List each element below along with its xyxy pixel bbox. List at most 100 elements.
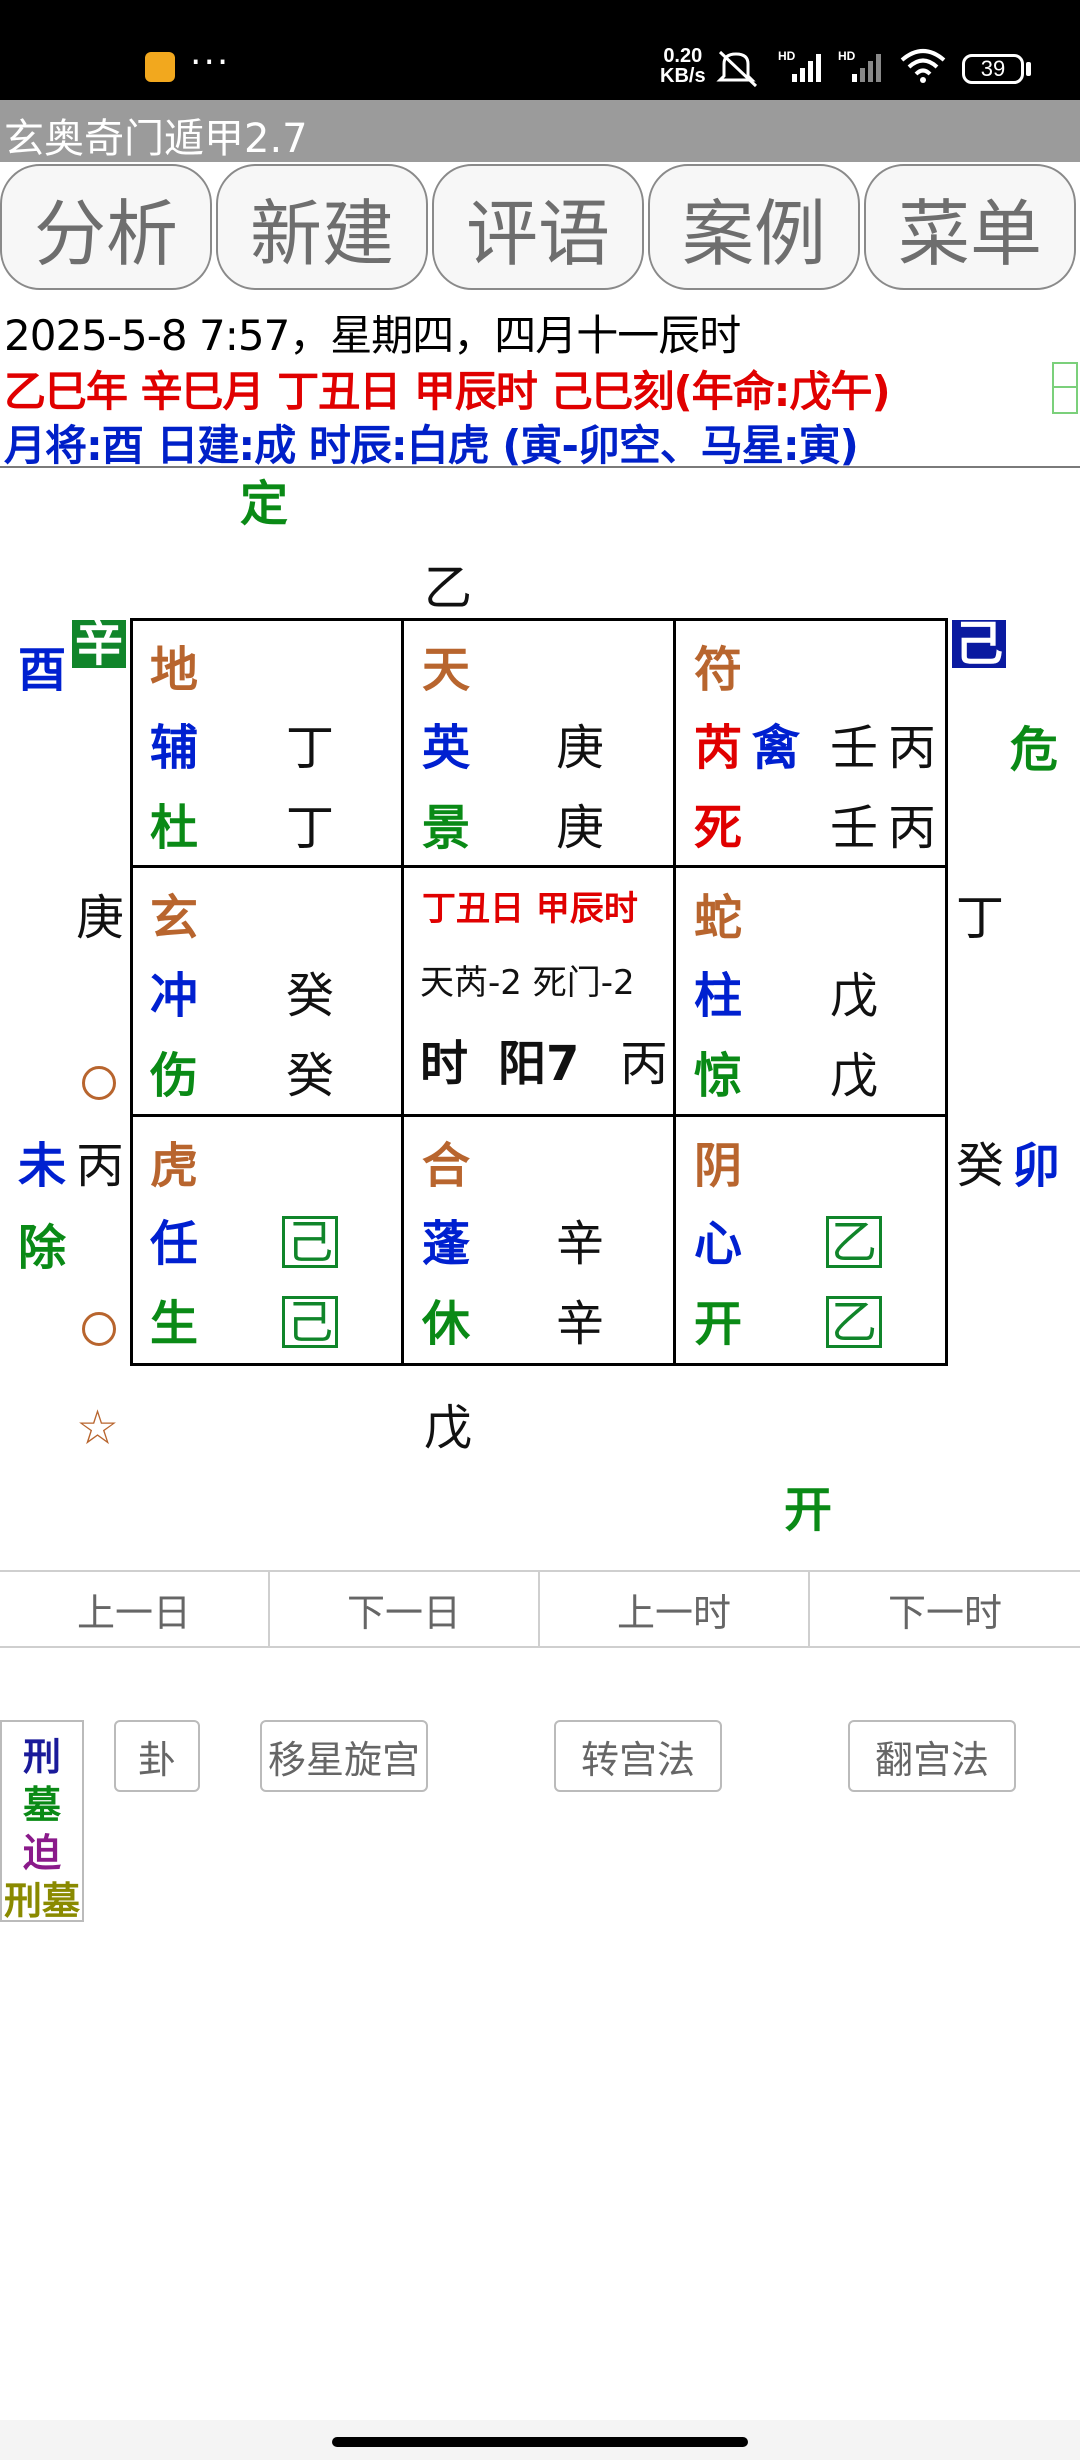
palace-star: 柱 [694, 968, 743, 1024]
center-star-door: 天芮-2 死门-2 [420, 963, 635, 1003]
analyze-button[interactable]: 分析 [0, 164, 212, 290]
palace-star-stem: 丁 [286, 720, 335, 776]
label-bing-left: 丙 [76, 1138, 125, 1194]
bottom-stem: 戊 [424, 1400, 473, 1456]
palace-star: 蓬 [422, 1216, 471, 1272]
palace-star-stem-1: 壬 [830, 720, 879, 776]
legend-xingmu: 刑墓 [3, 1879, 80, 1923]
next-hour-button[interactable]: 下一时 [810, 1572, 1080, 1646]
label-ding-right: 丁 [956, 890, 1005, 946]
palace-star-stem-highlight: 己 [282, 1216, 338, 1268]
palace-star: 英 [422, 720, 471, 776]
palace-door: 开 [694, 1296, 743, 1352]
flip-palace-method-button[interactable]: 翻宫法 [848, 1720, 1016, 1792]
label-chu: 除 [18, 1220, 67, 1276]
label-ding: 定 [240, 476, 289, 532]
palace-god: 地 [150, 642, 199, 698]
palace-door-stem-2: 丙 [888, 800, 937, 856]
wifi-icon [900, 49, 946, 83]
palace-star-stem: 庚 [556, 720, 605, 776]
palace-door: 死 [694, 800, 743, 856]
top-stem: 乙 [424, 560, 473, 616]
empty-circle-icon [82, 1066, 116, 1100]
palace-door-stem: 癸 [286, 1048, 335, 1104]
network-speed-value: 0.20 [663, 45, 703, 67]
palace-star-stem: 癸 [286, 968, 335, 1024]
signal-hd-label: HD [778, 49, 796, 63]
grid-line [401, 618, 404, 1366]
signal-icon: HD [778, 49, 821, 82]
palace-star-1: 芮 [694, 720, 743, 776]
palace-god: 蛇 [694, 890, 743, 946]
rotate-palace-method-button[interactable]: 转宫法 [554, 1720, 722, 1792]
palace-star: 冲 [150, 968, 199, 1024]
palace-door: 伤 [150, 1048, 199, 1104]
label-xin-box: 辛 [72, 620, 127, 668]
center-shi: 时 [420, 1036, 469, 1092]
palace-door-stem: 辛 [556, 1296, 605, 1352]
label-geng-left: 庚 [76, 890, 125, 946]
label-gui-right: 癸 [956, 1138, 1005, 1194]
palace-star-stem: 辛 [556, 1216, 605, 1272]
center-stem: 丙 [620, 1036, 669, 1092]
network-speed-unit: KB/s [660, 65, 706, 87]
app-title: 玄奥奇门遁甲2.7 [4, 116, 308, 162]
palace-star: 任 [150, 1216, 199, 1272]
palace-star: 心 [694, 1216, 743, 1272]
comment-button[interactable]: 评语 [432, 164, 644, 290]
more-notifications-icon: ··· [190, 42, 231, 83]
mute-icon [716, 50, 758, 88]
label-mao: 卯 [1012, 1138, 1061, 1194]
month-general-info: 月将:酉 日建:成 时辰:白虎 (寅-卯空、马星:寅) [4, 421, 859, 470]
side-panel-toggle-icon[interactable] [1052, 362, 1078, 414]
legend-po: 迫 [22, 1831, 61, 1875]
palace-door: 杜 [150, 800, 199, 856]
palace-god: 符 [694, 642, 743, 698]
palace-star-stem: 戊 [830, 968, 879, 1024]
move-star-rotate-palace-button[interactable]: 移星旋宫 [260, 1720, 428, 1792]
menu-button[interactable]: 菜单 [864, 164, 1076, 290]
label-you: 酉 [18, 642, 67, 698]
network-speed: 0.20 KB/s [660, 46, 706, 86]
grid-line [130, 1114, 948, 1117]
signal-hd-label-2: HD [838, 49, 856, 63]
label-wei: 未 [18, 1138, 67, 1194]
signal-icon-2: HD [838, 49, 881, 82]
status-time: 7:57 [50, 40, 128, 84]
palace-star: 辅 [150, 720, 199, 776]
palace-door-stem: 戊 [830, 1048, 879, 1104]
palace-door: 惊 [694, 1048, 743, 1104]
new-button[interactable]: 新建 [216, 164, 428, 290]
palace-door-stem-highlight: 乙 [826, 1296, 882, 1348]
gua-button[interactable]: 卦 [114, 1720, 200, 1792]
next-day-button[interactable]: 下一日 [270, 1572, 540, 1646]
previous-day-button[interactable]: 上一日 [0, 1572, 270, 1646]
palace-star-stem-2: 丙 [888, 720, 937, 776]
palace-god: 虎 [150, 1138, 199, 1194]
palace-door: 休 [422, 1296, 471, 1352]
center-day-hour: 丁丑日 甲辰时 [422, 889, 638, 929]
palace-door: 生 [150, 1296, 199, 1352]
label-wei-danger: 危 [1010, 722, 1059, 778]
empty-circle-icon-2 [82, 1312, 116, 1346]
label-kai-bottom: 开 [784, 1482, 833, 1538]
legend-mu: 墓 [22, 1783, 61, 1827]
palace-star-2: 禽 [752, 720, 801, 776]
palace-god: 天 [422, 642, 471, 698]
center-ju: 阳7 [498, 1036, 580, 1092]
date-time-info: 2025-5-8 7:57，星期四，四月十一辰时 [4, 311, 741, 360]
divider [0, 466, 1080, 468]
palace-god: 玄 [150, 890, 199, 946]
grid-line [130, 865, 948, 868]
grid-line [673, 618, 676, 1366]
label-ji-box: 己 [952, 620, 1007, 668]
palace-god: 阴 [694, 1138, 743, 1194]
battery-icon: 39 [962, 54, 1024, 84]
palace-door: 景 [422, 800, 471, 856]
home-indicator[interactable] [332, 2437, 748, 2447]
previous-hour-button[interactable]: 上一时 [540, 1572, 810, 1646]
star-icon: ☆ [76, 1400, 120, 1456]
cases-button[interactable]: 案例 [648, 164, 860, 290]
palace-door-stem: 庚 [556, 800, 605, 856]
palace-door-stem: 丁 [286, 800, 335, 856]
